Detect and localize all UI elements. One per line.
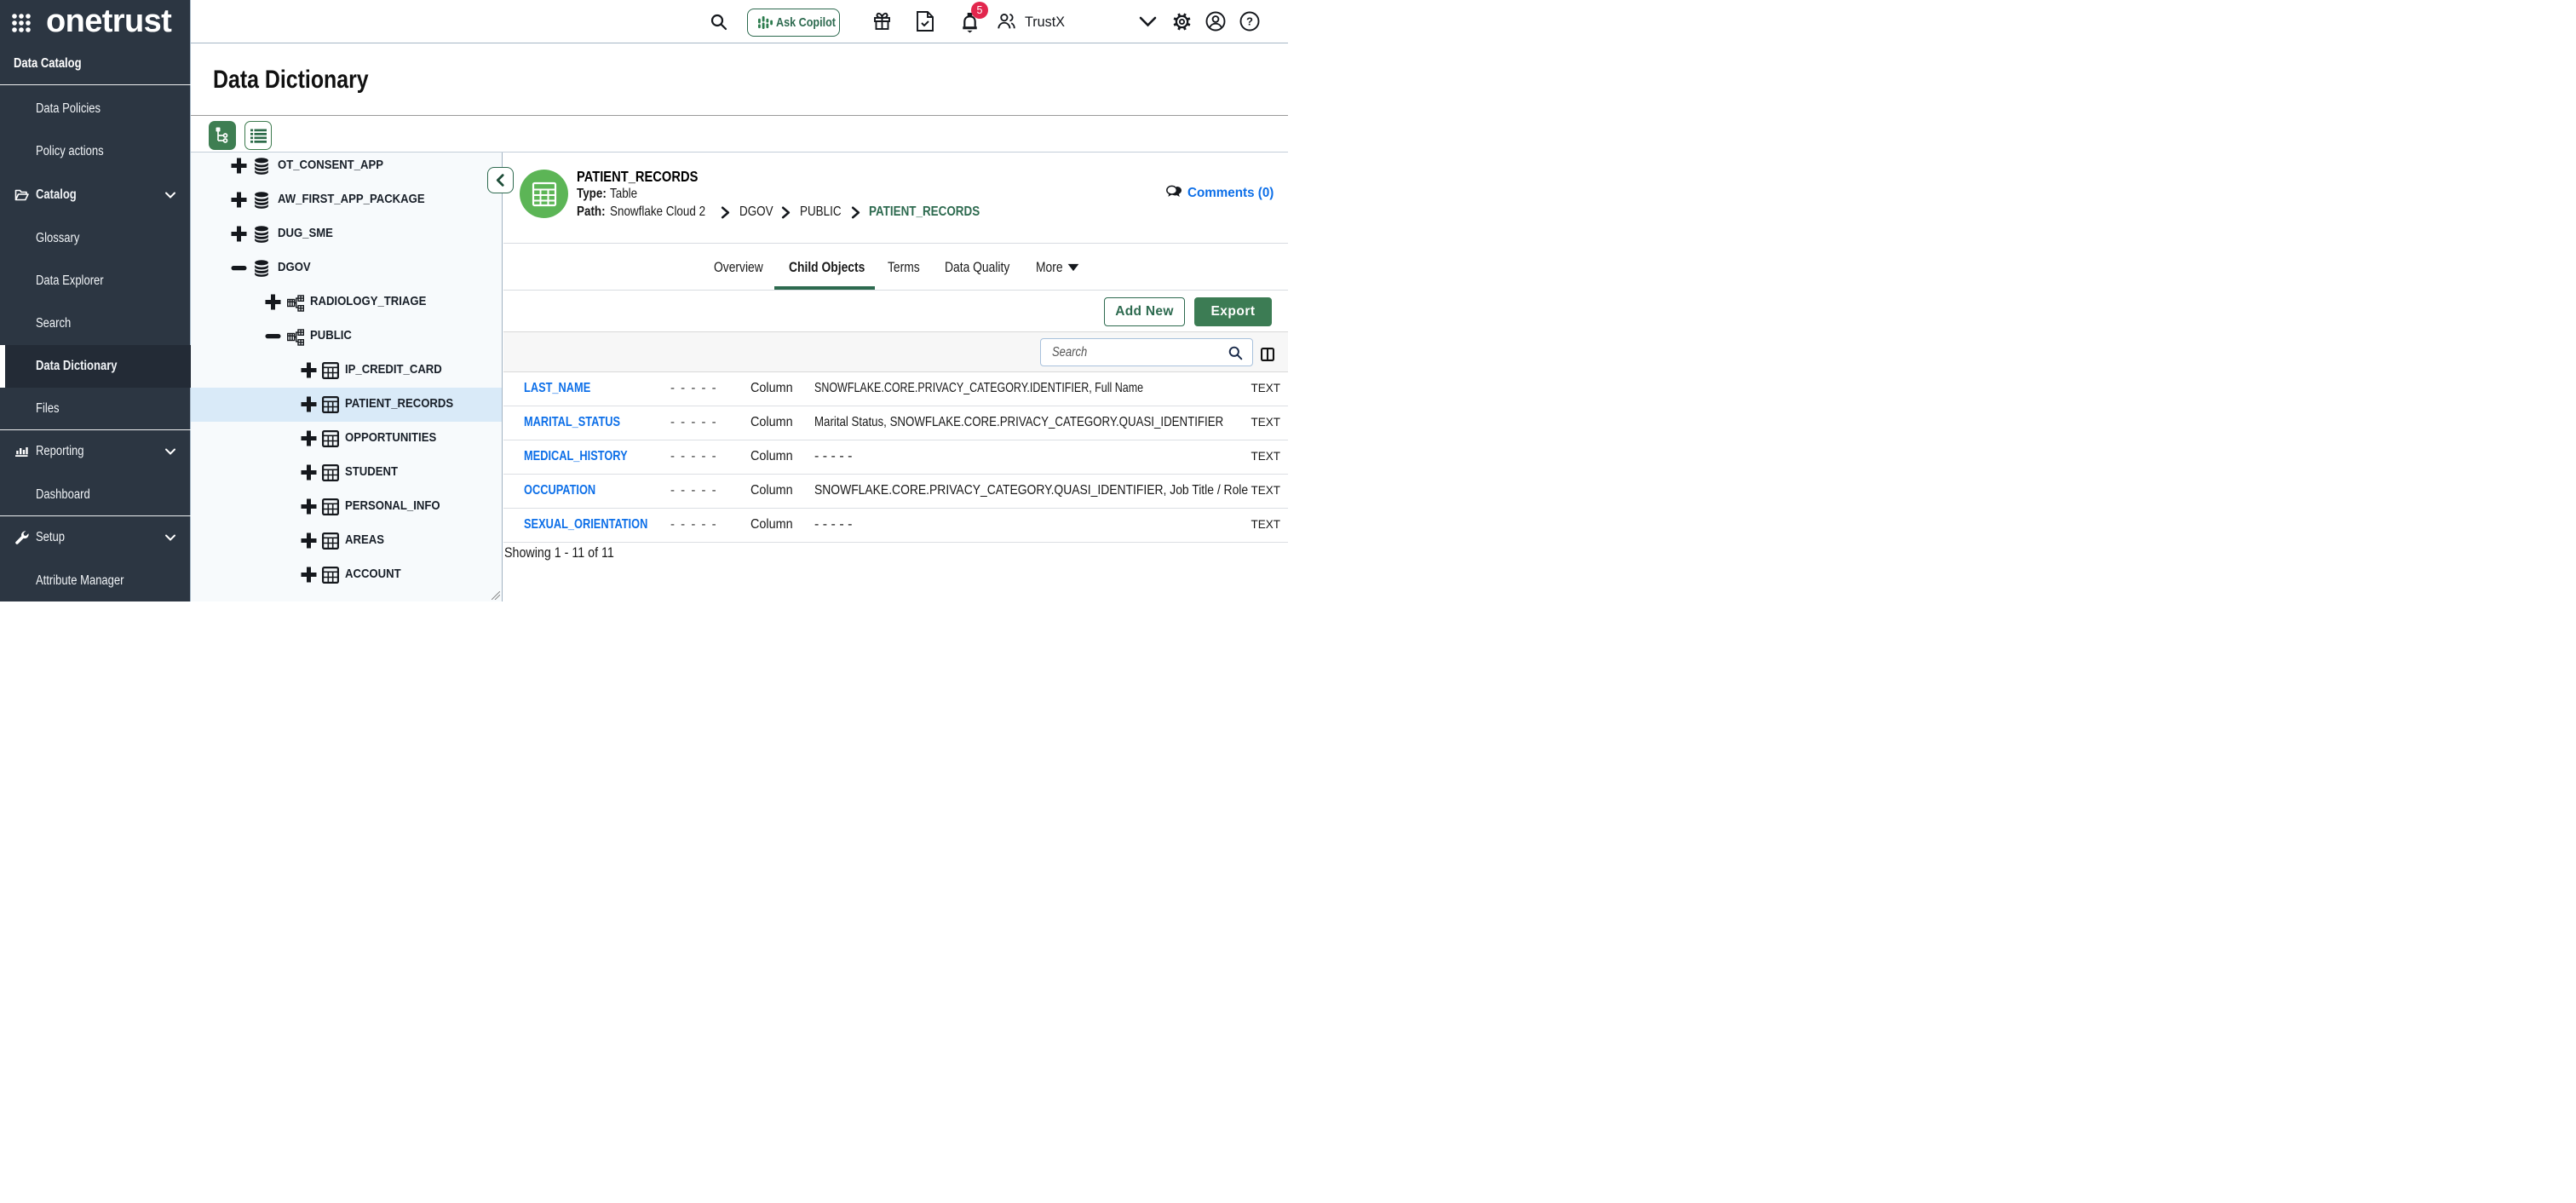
svg-text:?: ? <box>1246 15 1253 28</box>
